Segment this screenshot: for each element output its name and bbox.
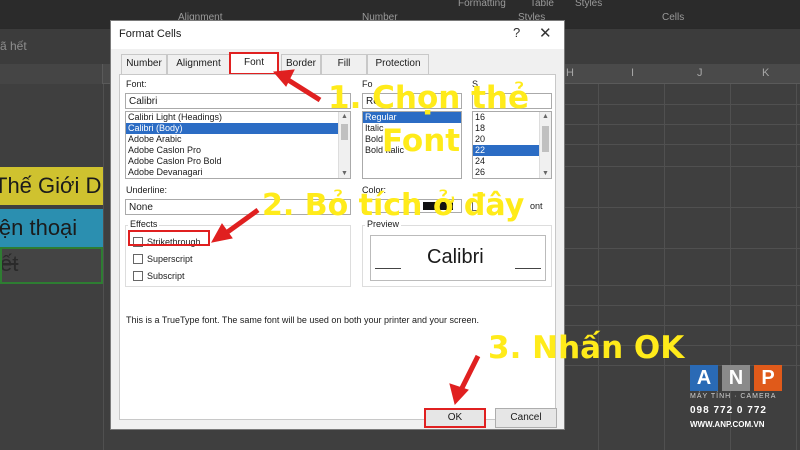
logo-phone: 098 772 0 772 bbox=[690, 405, 767, 416]
annotation-step3: 3. Nhấn OK bbox=[488, 330, 685, 366]
anp-logo-letters: A N P bbox=[690, 365, 785, 391]
logo-website: WWW.ANP.COM.VN bbox=[690, 420, 765, 429]
logo-letter-p: P bbox=[754, 365, 782, 391]
annotation-step2: 2. Bỏ tích ở đây bbox=[262, 188, 525, 223]
anp-logo: A N P MÁY TÍNH · CAMERA 098 772 0 772 WW… bbox=[690, 365, 790, 435]
annotation-step1-line2: Font bbox=[382, 123, 461, 159]
logo-letter-a: A bbox=[690, 365, 718, 391]
logo-letter-n: N bbox=[722, 365, 750, 391]
annotation-arrows bbox=[211, 69, 481, 406]
annotation-step1-line1: 1. Chọn thẻ bbox=[328, 80, 530, 116]
logo-tagline: MÁY TÍNH · CAMERA bbox=[690, 393, 777, 400]
